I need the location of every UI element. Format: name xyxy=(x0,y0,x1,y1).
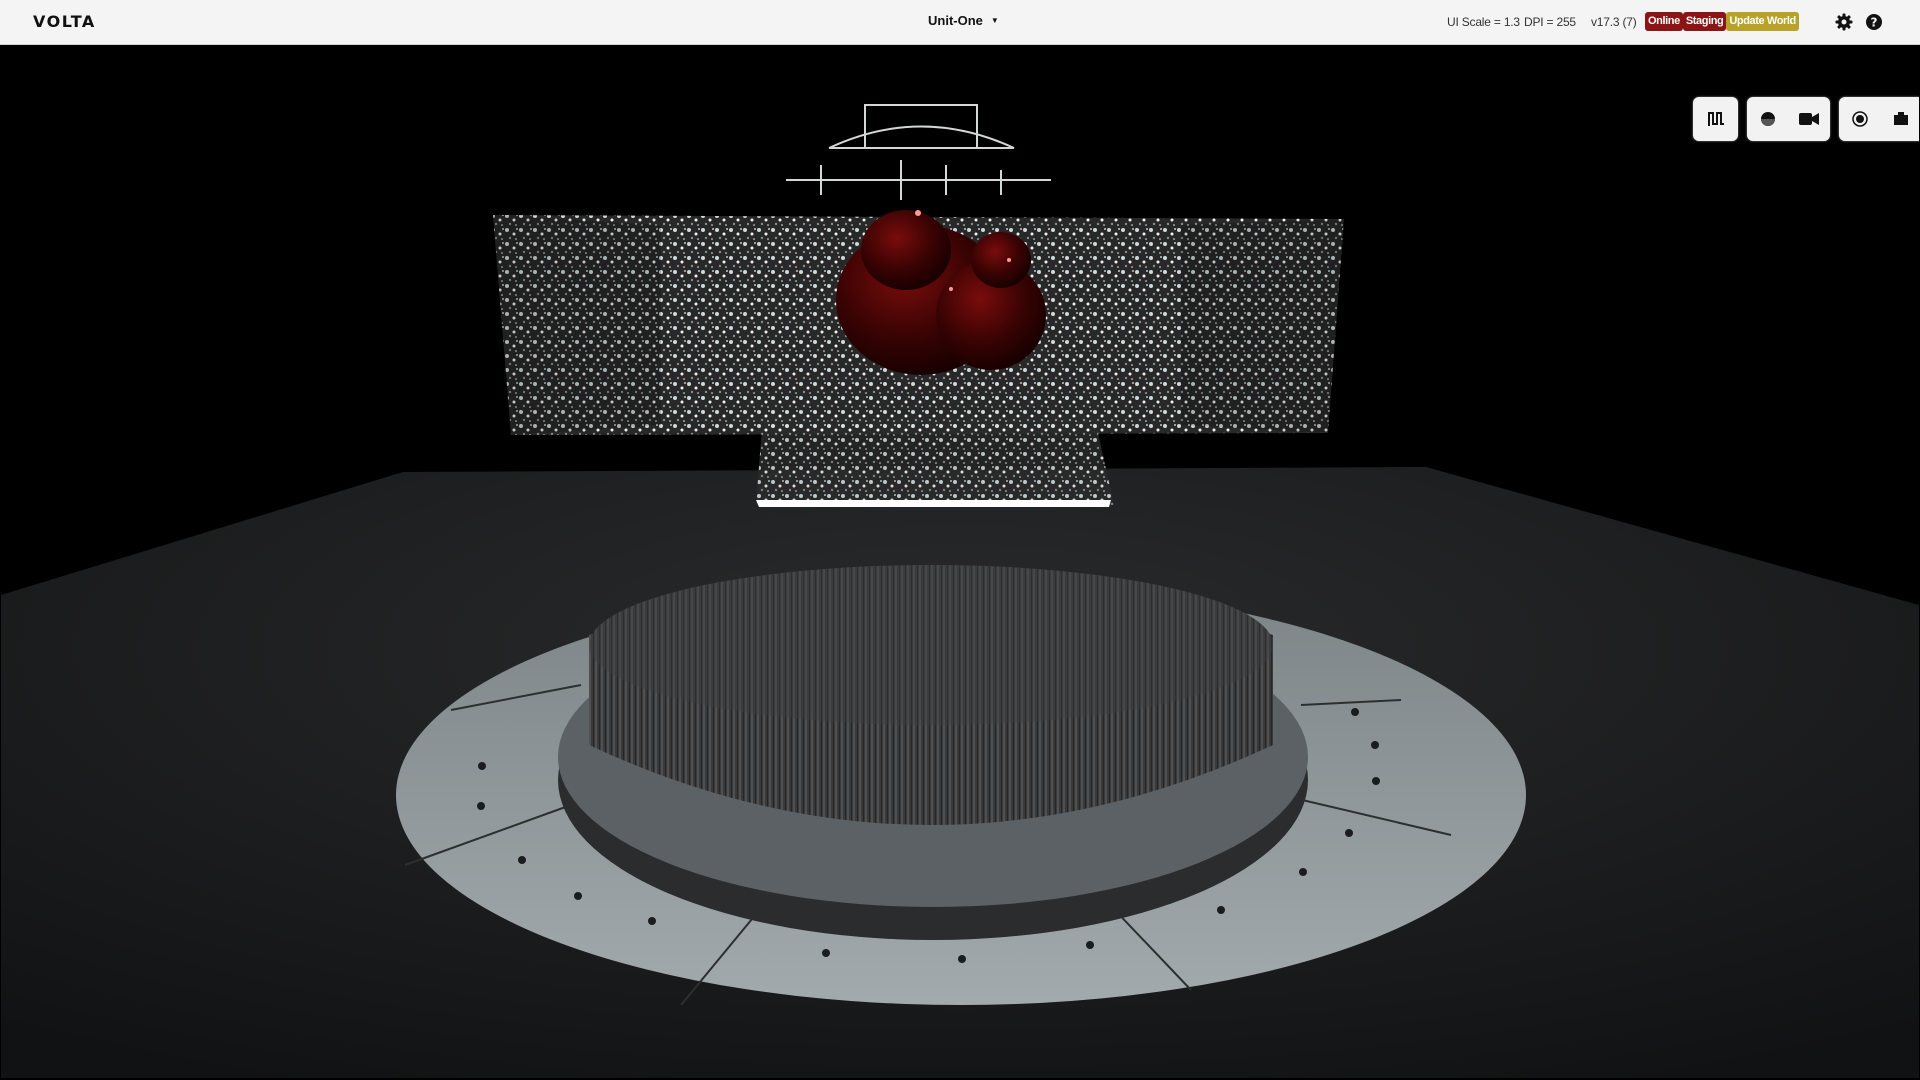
help-icon[interactable]: ? xyxy=(1865,13,1883,31)
sphere-icon[interactable] xyxy=(1757,108,1779,130)
app-logo: VOLTA xyxy=(33,12,96,31)
update-world-button[interactable]: Update World xyxy=(1726,12,1799,31)
project-name: Unit-One xyxy=(928,13,983,28)
top-bar: VOLTA Unit-One ▼ UI Scale = 1.3 DPI = 25… xyxy=(0,0,1920,45)
staging-badge[interactable]: Staging xyxy=(1682,12,1727,31)
project-selector[interactable]: Unit-One ▼ xyxy=(928,13,999,28)
ui-scale-readout: UI Scale = 1.3 xyxy=(1447,15,1520,29)
online-badge[interactable]: Online xyxy=(1645,12,1683,31)
3d-viewport[interactable] xyxy=(1,45,1919,1078)
svg-text:?: ? xyxy=(1871,16,1878,30)
graph-icon[interactable] xyxy=(1705,108,1727,130)
output-toolgroup xyxy=(1839,97,1919,141)
camera-icon[interactable] xyxy=(1798,108,1820,130)
capture-icon[interactable] xyxy=(1890,108,1912,130)
upper-truss xyxy=(786,104,1051,200)
dpi-readout: DPI = 255 xyxy=(1524,15,1576,29)
lower-platform xyxy=(756,415,1114,505)
record-icon[interactable] xyxy=(1849,108,1871,130)
view-toolgroup xyxy=(1747,97,1830,141)
status-badges: Online Staging Update World xyxy=(1645,12,1799,31)
version-readout: v17.3 (7) xyxy=(1591,15,1637,29)
scene-render xyxy=(1,104,1919,1078)
graph-toolgroup xyxy=(1693,97,1738,141)
chevron-down-icon: ▼ xyxy=(990,16,999,25)
gear-icon[interactable] xyxy=(1835,13,1853,31)
